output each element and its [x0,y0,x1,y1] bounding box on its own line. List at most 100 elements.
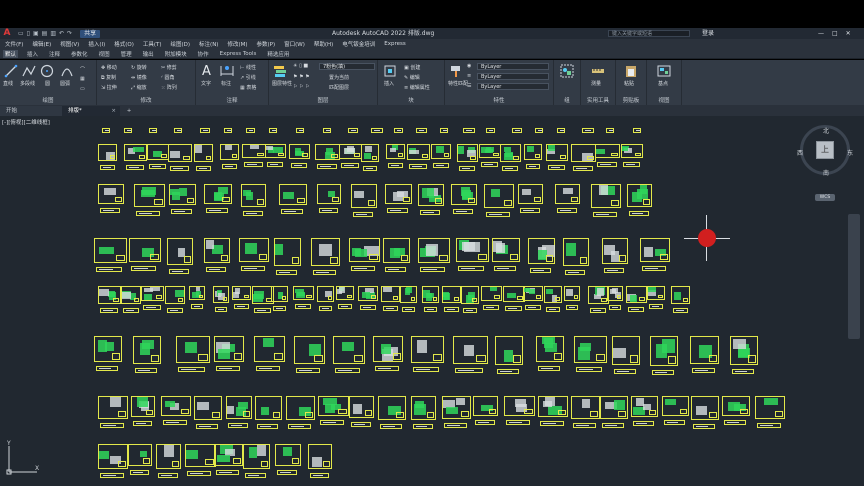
drawing-sheet[interactable] [479,144,501,158]
drawing-sheet[interactable] [351,184,377,208]
drawing-sheet[interactable] [722,396,750,416]
drawing-sheet[interactable] [626,286,647,303]
drawing-sheet[interactable] [167,238,193,265]
drawing-sheet[interactable] [538,396,568,417]
undo-icon[interactable]: ↶ [59,30,64,37]
drawing-sheet[interactable] [612,336,640,365]
drawing-sheet[interactable] [461,286,479,304]
tab-default[interactable]: 默认 [3,49,19,58]
hatch-icon[interactable]: ▦ [80,76,85,82]
menu-parameter[interactable]: 参数(P) [257,40,276,48]
viewcube[interactable]: 北 南 东 西 上 [797,125,853,177]
drawing-sheet[interactable] [226,396,252,419]
drawing-sheet[interactable] [311,238,340,266]
text-icon[interactable]: A [200,63,214,77]
rotate-button[interactable]: ↻ 旋转 [131,64,147,71]
drawing-sheet[interactable] [131,396,155,417]
drawing-sheet[interactable] [133,336,161,364]
drawing-sheet[interactable] [544,286,562,303]
drawing-sheet[interactable] [98,286,121,304]
tab-featured-apps[interactable]: 精选应用 [265,50,291,58]
panel-draw-title[interactable]: 绘图 [0,96,96,104]
drawing-sheet[interactable] [220,144,239,160]
menu-draw[interactable]: 绘图(D) [171,40,191,48]
drawing-sheet[interactable] [411,336,444,363]
tab-parametric[interactable]: 参数化 [69,50,90,58]
drawing-sheet[interactable] [563,238,589,266]
base-view-icon[interactable] [657,64,671,78]
drawing-sheet[interactable] [128,444,152,466]
drawing-sheet[interactable] [503,286,525,302]
close-tab-icon[interactable]: × [111,106,116,116]
drawing-sheet[interactable] [640,238,670,262]
drawing-sheet[interactable] [591,184,621,208]
color-dropdown[interactable]: ByLayer [477,63,549,70]
panel-block-title[interactable]: 块 [378,96,444,104]
drawing-sheet[interactable] [422,286,439,303]
share-button[interactable]: 共享 [80,29,101,38]
drawing-sheet[interactable] [265,144,286,158]
drawing-sheet[interactable] [373,336,403,362]
panel-properties-title[interactable]: 特性 [445,96,553,104]
menu-edit[interactable]: 编辑(E) [32,40,51,48]
draw-more-icon[interactable]: ⌒ [80,66,85,73]
drawing-sheet[interactable] [358,286,378,301]
drawing-sheet[interactable] [279,184,307,205]
drawing-sheet[interactable] [631,396,658,417]
tab-addins[interactable]: 附加模块 [163,50,189,58]
drawing-sheet[interactable] [333,336,365,364]
lineweight-dropdown[interactable]: ByLayer [477,83,549,90]
drawing-sheet[interactable] [293,286,314,300]
menu-help[interactable]: 帮助(H) [314,40,333,48]
drawing-sheet[interactable] [232,286,251,300]
viewcube-north[interactable]: 北 [823,126,829,135]
drawing-sheet[interactable] [271,286,288,302]
drawing-sheet[interactable] [571,144,596,162]
drawing-sheet[interactable] [274,238,301,266]
drawing-canvas[interactable]: [-][俯视][二维线框] [0,116,864,486]
drawing-sheet[interactable] [124,144,147,161]
drawing-sheet[interactable] [289,144,310,159]
drawing-sheet[interactable] [242,144,266,158]
drawing-sheet[interactable] [214,444,243,466]
tab-annotate[interactable]: 注释 [47,50,62,58]
drawing-sheet[interactable] [621,144,643,158]
insert-block-icon[interactable] [383,64,397,78]
drawing-sheet[interactable] [492,238,520,262]
drawing-sheet[interactable] [383,238,410,263]
drawing-sheet[interactable] [536,336,564,362]
drawing-sheet[interactable] [243,444,270,469]
drawing-sheet[interactable] [204,184,232,204]
copy-button[interactable]: ⧉ 复制 [101,74,116,81]
drawing-sheet[interactable] [451,184,477,205]
circle-icon[interactable] [40,64,54,78]
drawing-sheet[interactable] [385,184,412,204]
linetype-icon[interactable]: ≡ [467,73,471,79]
drawing-sheet[interactable] [524,144,542,160]
panel-view-title[interactable]: 视图 [647,96,681,104]
tab-current-drawing[interactable]: 排版* × [62,106,120,116]
tab-start[interactable]: 开始 [0,106,62,116]
menu-modify[interactable]: 修改(M) [227,40,247,48]
tab-collaborate[interactable]: 协作 [196,50,211,58]
drawing-sheet[interactable] [98,396,128,419]
drawing-sheet[interactable] [165,286,185,304]
drawing-sheet[interactable] [129,238,161,262]
search-input[interactable]: 键入关键字或短语 [608,30,690,37]
login-button[interactable]: 登录 [702,28,714,39]
drawing-sheet[interactable] [481,286,502,301]
tab-express-tools[interactable]: Express Tools [218,51,259,57]
drawing-sheet[interactable] [453,336,488,364]
layer-tools-row1[interactable]: ⚑ ⚑ ⚑ [293,74,310,80]
panel-modify-title[interactable]: 修改 [97,96,195,104]
minimize-button[interactable]: — [818,28,824,39]
table-button[interactable]: ▦ 表格 [240,84,256,91]
tab-view[interactable]: 视图 [97,50,112,58]
drawing-sheet[interactable] [194,396,222,420]
viewport-controls[interactable]: [-][俯视][二维线框] [2,118,50,126]
drawing-sheet[interactable] [98,184,124,204]
rect-icon[interactable]: ▭ [80,86,85,92]
drawing-sheet[interactable] [147,144,169,160]
drawing-sheet[interactable] [473,396,498,416]
drawing-sheet[interactable] [418,238,450,263]
